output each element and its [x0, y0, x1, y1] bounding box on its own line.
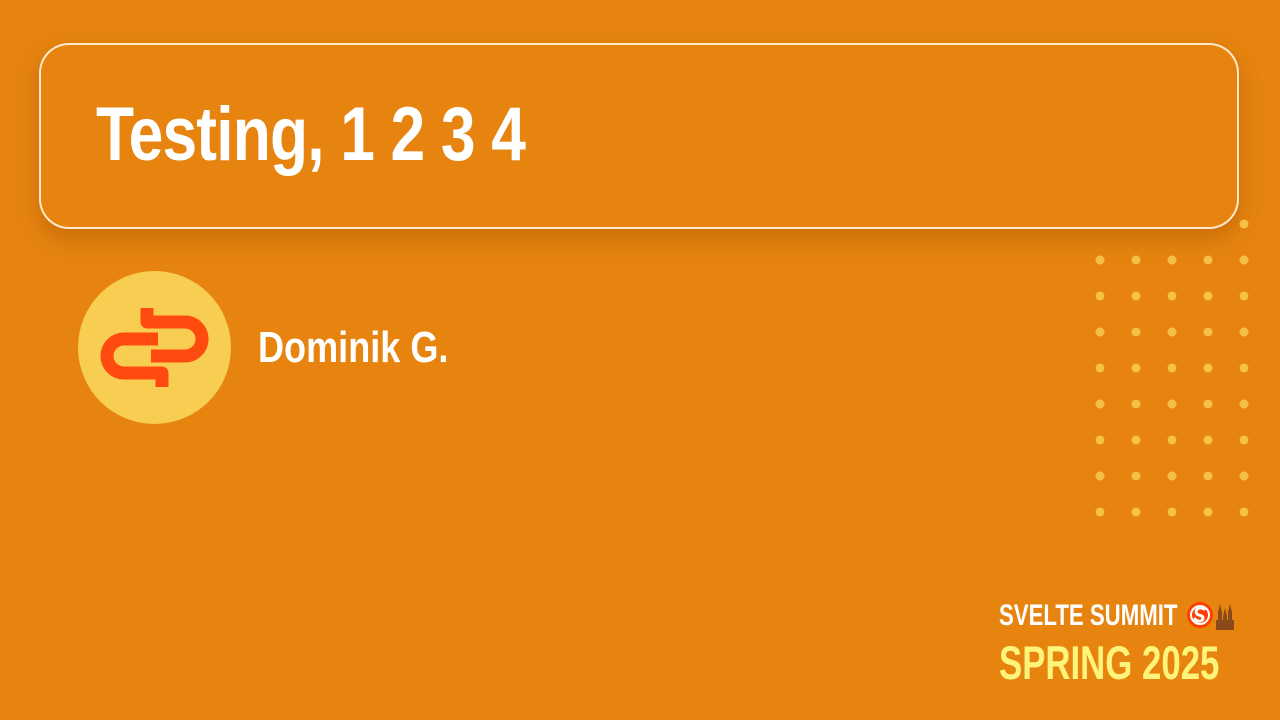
decor-dot — [1095, 471, 1105, 481]
decor-dot — [1239, 471, 1249, 481]
event-edition: SPRING 2025 — [999, 636, 1220, 689]
decor-dot — [1167, 435, 1177, 445]
decor-dot — [1239, 327, 1249, 337]
decor-dot — [1131, 291, 1141, 301]
decor-dot — [1239, 435, 1249, 445]
decor-dot — [1203, 363, 1213, 373]
decor-dot — [1131, 507, 1141, 517]
decor-dot — [1095, 507, 1105, 517]
svelte-logo-icon — [1187, 602, 1234, 630]
speaker-name: Dominik G. — [258, 323, 449, 372]
speaker-avatar — [78, 271, 231, 424]
event-branding: SVELTE SUMMIT SPRING 2025 — [999, 596, 1249, 696]
decor-dot — [1203, 327, 1213, 337]
decor-dot — [1203, 507, 1213, 517]
decor-dot — [1239, 507, 1249, 517]
decor-dot — [1131, 435, 1141, 445]
decor-dot — [1167, 255, 1177, 265]
decor-dot — [1095, 399, 1105, 409]
decorative-dot-grid — [1095, 219, 1249, 517]
decor-dot — [1203, 399, 1213, 409]
cathedral-icon — [1216, 604, 1234, 630]
decor-dot — [1167, 363, 1177, 373]
decor-dot — [1203, 435, 1213, 445]
decor-dot — [1203, 471, 1213, 481]
decor-dot — [1167, 291, 1177, 301]
decor-dot — [1239, 255, 1249, 265]
decor-dot — [1131, 471, 1141, 481]
decor-dot — [1167, 507, 1177, 517]
decor-dot — [1239, 363, 1249, 373]
decor-dot — [1239, 219, 1249, 229]
decor-dot — [1203, 291, 1213, 301]
chain-link-logo-icon — [100, 308, 209, 387]
decor-dot — [1095, 327, 1105, 337]
slide-title: Testing, 1 2 3 4 — [96, 92, 526, 177]
decor-dot — [1239, 399, 1249, 409]
decor-dot — [1095, 291, 1105, 301]
decor-dot — [1167, 399, 1177, 409]
title-card: Testing, 1 2 3 4 — [39, 43, 1239, 229]
decor-dot — [1167, 471, 1177, 481]
decor-dot — [1131, 255, 1141, 265]
decor-dot — [1239, 291, 1249, 301]
decor-dot — [1095, 435, 1105, 445]
event-name: SVELTE SUMMIT — [999, 599, 1178, 632]
decor-dot — [1131, 327, 1141, 337]
decor-dot — [1203, 255, 1213, 265]
decor-dot — [1095, 363, 1105, 373]
decor-dot — [1167, 327, 1177, 337]
decor-dot — [1095, 255, 1105, 265]
decor-dot — [1131, 399, 1141, 409]
decor-dot — [1131, 363, 1141, 373]
